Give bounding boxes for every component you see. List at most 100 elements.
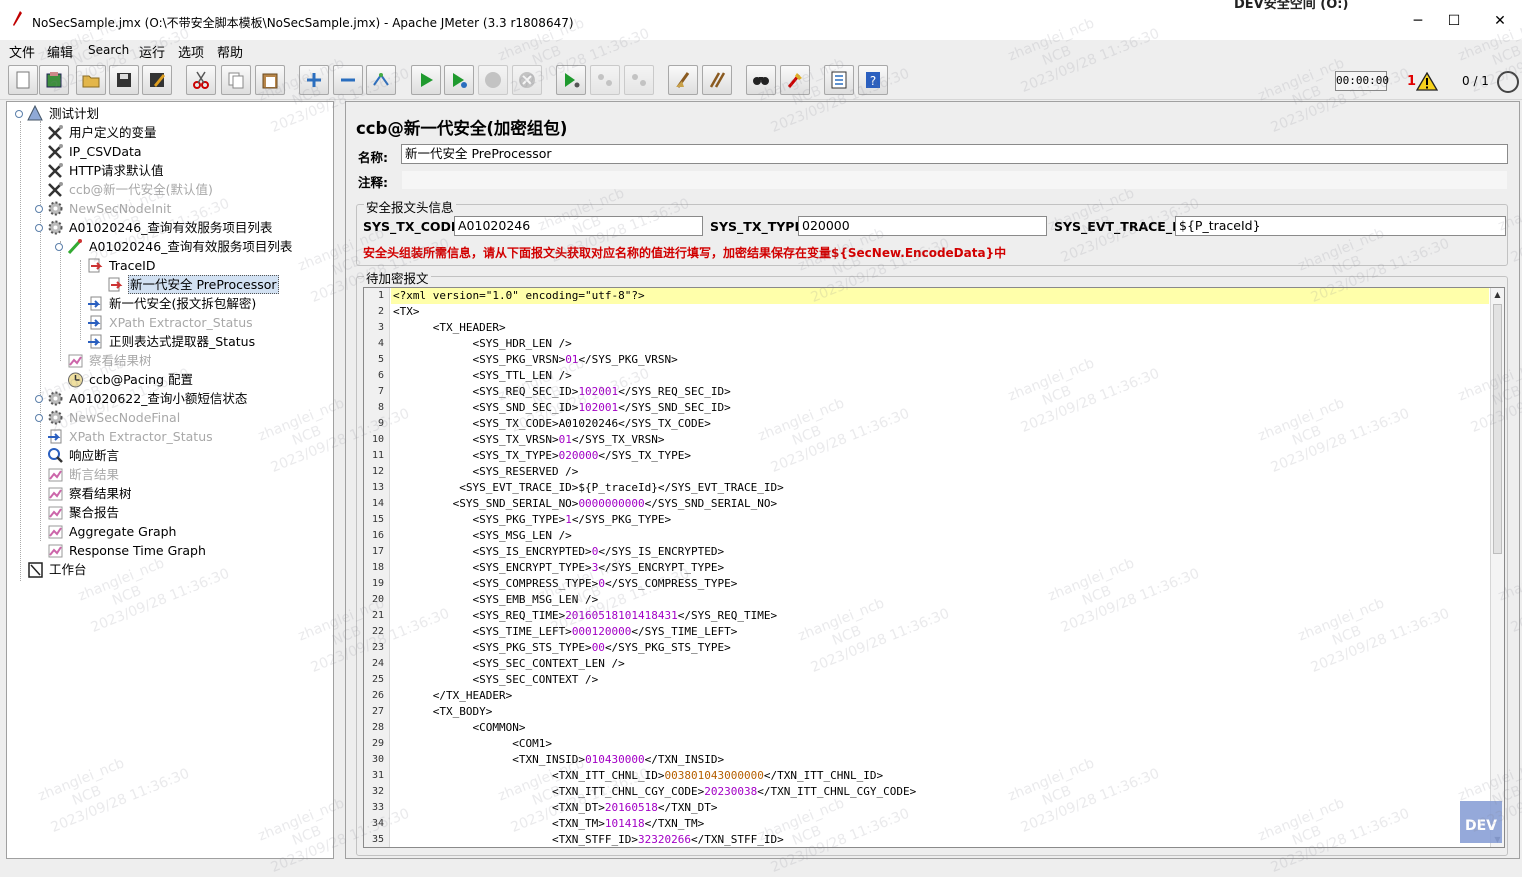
tree-node-label: Aggregate Graph bbox=[69, 524, 177, 539]
paste-button[interactable] bbox=[255, 65, 285, 95]
tree-node-label: A01020246_查询有效服务项目列表 bbox=[89, 239, 293, 254]
remote-stop-button[interactable] bbox=[590, 65, 620, 95]
cut-button[interactable] bbox=[186, 65, 216, 95]
code-line: <SYS_TX_TYPE>020000</SYS_TX_TYPE> bbox=[393, 449, 692, 462]
menu-search[interactable]: Search bbox=[88, 43, 129, 57]
code-line: <SYS_TTL_LEN /> bbox=[393, 369, 572, 382]
line-number: 18 bbox=[371, 562, 384, 573]
code-line: <COMMON> bbox=[393, 721, 526, 734]
line-number: 3 bbox=[377, 322, 384, 333]
toggle-button[interactable] bbox=[366, 65, 396, 95]
code-line: <SYS_SND_SEC_ID>102001</SYS_SND_SEC_ID> bbox=[393, 401, 731, 414]
remote-status-icon[interactable] bbox=[1497, 71, 1519, 93]
tree-node-label: 察看结果树 bbox=[89, 353, 152, 368]
tree-expander-icon[interactable] bbox=[35, 414, 43, 422]
menu-help[interactable]: 帮助 bbox=[217, 42, 243, 61]
line-number: 6 bbox=[377, 370, 384, 381]
split-pane-divider[interactable] bbox=[336, 101, 344, 859]
postprocessor-icon bbox=[88, 334, 102, 349]
remote-start-button[interactable] bbox=[556, 65, 586, 95]
sys-evt-trace-id-field[interactable]: ${P_traceId} bbox=[1175, 216, 1506, 236]
minimize-button[interactable]: ─ bbox=[1408, 12, 1428, 30]
reset-search-button[interactable] bbox=[780, 65, 810, 95]
sys-tx-type-field[interactable]: 020000 bbox=[798, 216, 1047, 236]
line-number: 30 bbox=[371, 754, 384, 765]
window-title: NoSecSample.jmx (O:\不带安全脚本模板\NoSecSample… bbox=[32, 16, 574, 30]
title-bar: NoSecSample.jmx (O:\不带安全脚本模板\NoSecSample… bbox=[0, 0, 1522, 40]
tree-expander-icon[interactable] bbox=[15, 110, 23, 118]
search-button[interactable] bbox=[746, 65, 776, 95]
code-line: <TXN_INSID>010430000</TXN_INSID> bbox=[393, 753, 725, 766]
remote-shutdown-button[interactable] bbox=[624, 65, 654, 95]
tree-node-label: TraceID bbox=[109, 258, 156, 273]
code-line: <SYS_SND_SERIAL_NO>0000000000</SYS_SND_S… bbox=[393, 497, 778, 510]
tree-node-label: IP_CSVData bbox=[69, 144, 142, 159]
vertical-scrollbar[interactable]: ▲ ▼ bbox=[1490, 288, 1504, 847]
start-button[interactable] bbox=[411, 65, 441, 95]
scroll-up-arrow-icon[interactable]: ▲ bbox=[1491, 288, 1504, 302]
new-button[interactable] bbox=[8, 65, 38, 95]
comment-field[interactable] bbox=[401, 170, 1508, 190]
line-number: 12 bbox=[371, 466, 384, 477]
save-button[interactable] bbox=[109, 65, 139, 95]
line-number: 8 bbox=[377, 402, 384, 413]
error-count: 1 bbox=[1407, 74, 1417, 89]
save-as-icon bbox=[150, 73, 165, 87]
config-icon bbox=[48, 182, 63, 197]
close-button[interactable]: ✕ bbox=[1490, 12, 1510, 30]
tree-expander-icon[interactable] bbox=[55, 243, 63, 251]
tree-expander-icon[interactable] bbox=[35, 395, 43, 403]
drive-tag: DEV安全空间 (O:) bbox=[1234, 0, 1349, 12]
sys-tx-code-field[interactable]: A01020246 bbox=[454, 216, 703, 236]
svg-text:?: ? bbox=[870, 74, 876, 88]
line-number: 29 bbox=[371, 738, 384, 749]
name-field[interactable]: 新一代安全 PreProcessor bbox=[401, 144, 1508, 164]
line-number: 4 bbox=[377, 338, 384, 349]
code-line: <TXN_STFF_ID>32320266</TXN_STFF_ID> bbox=[393, 833, 784, 846]
clear-all-button[interactable] bbox=[702, 65, 732, 95]
help-button[interactable]: ? bbox=[858, 65, 888, 95]
line-number: 35 bbox=[371, 834, 384, 845]
line-number: 16 bbox=[371, 530, 384, 541]
config-icon bbox=[48, 125, 63, 140]
elapsed-timer: 00:00:00 bbox=[1335, 71, 1389, 91]
code-line: <SYS_TIME_LEFT>000120000</SYS_TIME_LEFT> bbox=[393, 625, 738, 638]
copy-button[interactable] bbox=[221, 65, 251, 95]
stop-button[interactable] bbox=[478, 65, 508, 95]
tree-node-label: Response Time Graph bbox=[69, 543, 206, 558]
line-number: 21 bbox=[371, 610, 384, 621]
start-icon bbox=[421, 73, 433, 87]
function-helper-button[interactable] bbox=[824, 65, 854, 95]
menu-options[interactable]: 选项 bbox=[178, 42, 204, 61]
line-number: 34 bbox=[371, 818, 384, 829]
save-as-button[interactable] bbox=[142, 65, 172, 95]
sys-tx-type-label: SYS_TX_TYPE: bbox=[710, 219, 808, 234]
templates-icon bbox=[46, 72, 62, 88]
toolbar: ? bbox=[0, 61, 1522, 100]
tree-node-label: XPath Extractor_Status bbox=[69, 429, 213, 444]
line-number: 33 bbox=[371, 802, 384, 813]
tree-expander-icon[interactable] bbox=[35, 224, 43, 232]
xml-code-editor[interactable]: 1 2 3 4 5 6 7 8 9 10 11 12 13 14 15 16 17 18 19 20 21 22 23 24 2… bbox=[363, 287, 1505, 848]
clear-button[interactable] bbox=[668, 65, 698, 95]
code-line: <TXN_ITT_CHNL_CGY_CODE>20230038</TXN_ITT… bbox=[393, 785, 917, 798]
shutdown-button[interactable] bbox=[512, 65, 542, 95]
templates-button[interactable] bbox=[39, 65, 69, 95]
tree-node-label: 聚合报告 bbox=[69, 505, 120, 520]
menu-edit[interactable]: 编辑 bbox=[47, 42, 73, 61]
menu-file[interactable]: 文件 bbox=[9, 42, 35, 61]
scrollbar-thumb[interactable] bbox=[1493, 304, 1502, 554]
start-no-pause-button[interactable] bbox=[444, 65, 474, 95]
tree-expander-icon[interactable] bbox=[35, 205, 43, 213]
tree-node-label: 响应断言 bbox=[69, 448, 120, 463]
warning-icon[interactable] bbox=[1416, 72, 1438, 91]
listener-icon bbox=[48, 544, 63, 558]
menu-run[interactable]: 运行 bbox=[139, 42, 165, 61]
open-button[interactable] bbox=[76, 65, 106, 95]
config-icon bbox=[48, 163, 63, 178]
expand-button[interactable] bbox=[299, 65, 329, 95]
listener-icon bbox=[48, 525, 63, 539]
code-line: <SYS_RESERVED /> bbox=[393, 465, 579, 478]
maximize-button[interactable]: ☐ bbox=[1444, 12, 1464, 30]
collapse-button[interactable] bbox=[333, 65, 363, 95]
